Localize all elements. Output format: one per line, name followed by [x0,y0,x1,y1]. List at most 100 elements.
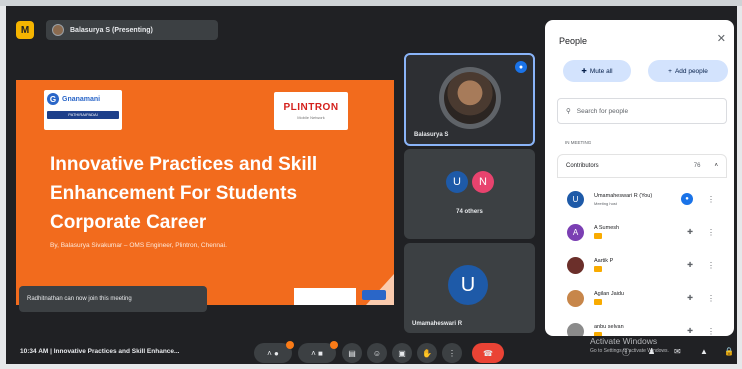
captions-button[interactable]: ▤ [342,343,362,363]
emoji-icon: ☺ [372,348,382,358]
others-avatar: U [446,171,468,193]
presenting-chip[interactable]: Balasurya S (Presenting) [46,20,218,40]
participant-row-name: A Sumesh [594,225,620,231]
add-people-button[interactable]: + Add people [648,60,728,82]
captions-icon: ▤ [348,348,356,358]
participant-name: Umamaheswari R [412,321,463,327]
more-options-button[interactable]: ⋮ [442,343,462,363]
meet-window: M Balasurya S (Presenting) G Gnanamani P… [6,6,737,364]
others-tile[interactable]: U N 74 others [404,149,535,239]
more-vertical-icon[interactable]: ⋮ [707,228,715,237]
participant-row-avatar [567,256,584,274]
lock-icon[interactable]: 🔒 [724,347,734,356]
plintron-logo-sub: Mobile Network [297,115,325,120]
raise-hand-button[interactable]: ✋ [417,343,437,363]
slide-title: Innovative Practices and Skill Enhanceme… [50,154,318,233]
end-call-icon: ☎ [483,348,493,358]
participant-row-name: Aartik P [594,258,614,264]
shared-slide: G Gnanamani PATHIRAIPADAI PLINTRON Mobil… [16,80,394,305]
activities-icon[interactable]: ▲ [700,347,708,356]
add-person-icon: + [668,67,672,75]
chat-icon[interactable]: ✉ [674,347,681,356]
search-people-input[interactable]: ⚲ Search for people [557,98,727,124]
chevron-up-icon: ˄ [311,348,316,358]
mic-off-icon[interactable]: ✚ [687,294,693,302]
more-vertical-icon: ⋮ [448,348,456,358]
participant-tile[interactable]: U Umamaheswari R [404,243,535,333]
raised-hand-icon [594,266,602,272]
more-vertical-icon[interactable]: ⋮ [707,327,715,336]
mic-off-icon[interactable]: ✚ [687,261,693,269]
mic-alert-icon [286,341,294,349]
slide-byline: By, Balasurya Sivakumar – OMS Engineer, … [50,242,227,249]
speaker-tile[interactable]: ● Balasurya S [404,53,535,146]
people-icon[interactable]: ♟ [648,347,655,356]
mic-button[interactable]: ˄ ● [254,341,294,363]
mic-off-icon[interactable]: ✚ [687,327,693,335]
participant-row[interactable]: Aartik P ✚ ⋮ [557,250,727,280]
chevron-up-icon: ˄ [267,348,272,358]
add-people-label: Add people [674,67,708,75]
participant-row-avatar [567,322,584,336]
speaker-avatar-ring [439,67,501,129]
info-icon[interactable]: ⓘ [622,347,630,358]
top-bar: M Balasurya S (Presenting) [6,6,546,46]
leave-call-button[interactable]: ☎ [472,343,504,363]
slide-decoration [294,274,394,305]
gnanamani-logo: G Gnanamani PATHIRAIPADAI [44,90,122,130]
speaker-avatar [444,72,496,124]
join-notification: Radhitnathan can now join this meeting [19,286,207,312]
speaker-name: Balasurya S [414,132,449,138]
present-icon: ▣ [398,348,406,358]
participant-row[interactable]: A A Sumesh ✚ ⋮ [557,217,727,247]
more-vertical-icon[interactable]: ⋮ [707,294,715,303]
close-icon[interactable]: ✕ [717,32,726,45]
clock-meeting-title: 10:34 AM | Innovative Practices and Skil… [20,348,180,355]
contributors-label: Contributors [566,163,599,169]
more-vertical-icon[interactable]: ⋮ [707,195,715,204]
camera-icon: ■ [318,348,323,358]
present-button[interactable]: ▣ [392,343,412,363]
chevron-up-icon: ˄ [714,163,718,169]
mute-all-label: Mute all [589,67,613,75]
participant-row-role: Meeting host [594,200,617,206]
gnanamani-logo-text: Gnanamani [62,95,101,103]
mute-all-button[interactable]: ✚ Mute all [563,60,631,82]
camera-button[interactable]: ˄ ■ [298,341,338,363]
participant-row-avatar [567,289,584,307]
contributors-count: 76 [693,163,701,169]
more-vertical-icon[interactable]: ⋮ [707,261,715,270]
presenting-label: Balasurya S (Presenting) [70,26,153,34]
raised-hand-icon [594,299,602,305]
mic-icon: ● [274,348,279,358]
participant-row[interactable]: U Umamaheswari R (You) Meeting host ● ⋮ [557,184,727,214]
search-placeholder: Search for people [576,107,629,115]
emoji-button[interactable]: ☺ [367,343,387,363]
participant-row-name: Umamaheswari R (You) [594,192,653,199]
mic-off-icon[interactable]: ✚ [687,228,693,236]
mic-off-icon: ✚ [581,68,587,75]
gnanamani-logo-bar: PATHIRAIPADAI [47,111,119,119]
others-count-label: 74 others [456,209,483,215]
in-meeting-section-label: IN MEETING [565,140,592,145]
others-avatar: N [472,171,494,193]
camera-alert-icon [330,341,338,349]
people-panel: People ✕ ✚ Mute all + Add people ⚲ Searc… [545,20,734,336]
participant-row[interactable]: anbu selvan ✚ ⋮ [557,316,727,336]
participant-row-name: anbu selvan [594,324,624,330]
plintron-logo: PLINTRON Mobile Network [274,92,348,130]
participant-avatar: U [448,265,488,305]
raised-hand-icon [594,233,602,239]
hand-icon: ✋ [422,348,432,358]
plintron-logo-text: PLINTRON [283,102,339,113]
gnanamani-g-icon: G [47,93,59,105]
mic-on-icon[interactable]: ● [681,193,693,205]
participant-row-avatar: U [567,190,584,208]
participant-row-avatar: A [567,223,584,241]
watermark-title: Activate Windows [590,336,658,346]
people-panel-title: People [559,36,588,46]
search-icon: ⚲ [566,108,571,115]
meet-logo-icon: M [16,21,34,39]
contributors-header[interactable]: Contributors 76 ˄ [557,154,727,178]
participant-row[interactable]: Agilan Jaidu ✚ ⋮ [557,283,727,313]
